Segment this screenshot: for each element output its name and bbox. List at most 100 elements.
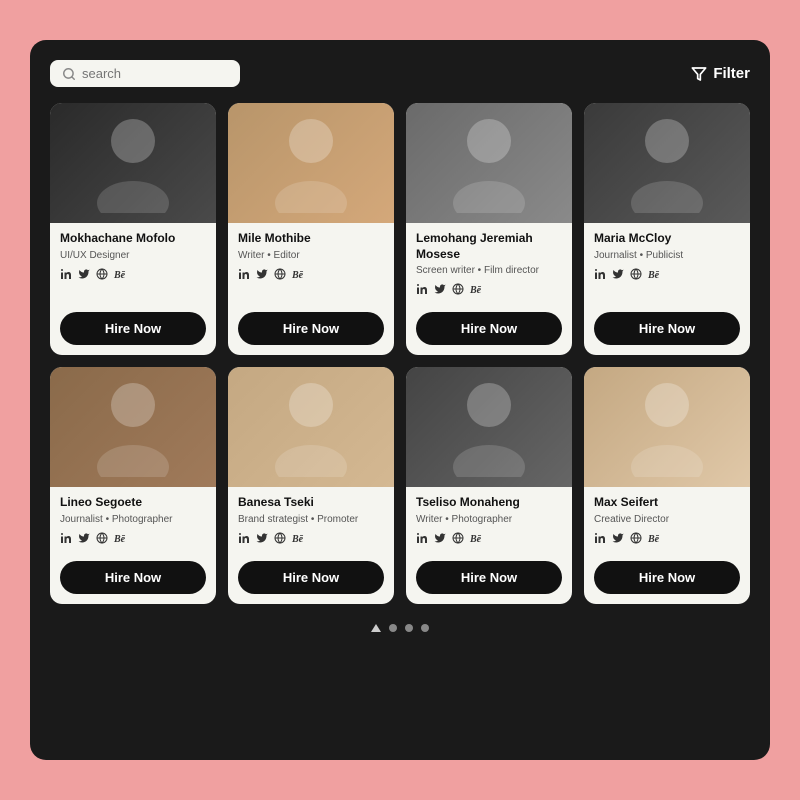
profile-photo xyxy=(406,103,572,223)
linkedin-icon[interactable] xyxy=(594,532,606,547)
behance-icon[interactable]: Bē xyxy=(114,270,125,281)
app-container: Filter Mokhachane Mofolo UI/UX Designer Bē… xyxy=(30,40,770,760)
card-body: Max Seifert Creative Director Bē xyxy=(584,487,750,555)
card-body: Lemohang Jeremiah MoseseScreen writer • … xyxy=(406,223,572,306)
person-silhouette xyxy=(627,113,707,213)
profile-name: Max Seifert xyxy=(594,495,740,511)
profile-card: Mokhachane Mofolo UI/UX Designer Bē Hire No… xyxy=(50,103,216,355)
twitter-icon[interactable] xyxy=(78,268,90,283)
twitter-icon[interactable] xyxy=(434,283,446,298)
hire-now-button[interactable]: Hire Now xyxy=(238,561,384,594)
social-icons-row: Bē xyxy=(594,532,740,547)
person-silhouette xyxy=(93,377,173,477)
linkedin-icon[interactable] xyxy=(238,532,250,547)
hire-now-button[interactable]: Hire Now xyxy=(238,312,384,345)
card-body: Maria McCloy Journalist • Publicist Bē xyxy=(584,223,750,306)
card-body: Lineo Segoete Journalist • Photographer Bē xyxy=(50,487,216,555)
behance-icon[interactable]: Bē xyxy=(292,270,303,281)
profile-role: Journalist • Photographer xyxy=(60,513,206,526)
pagination-indicator-active[interactable] xyxy=(371,624,381,632)
profile-photo xyxy=(584,103,750,223)
profile-name: Tseliso Monaheng xyxy=(416,495,562,511)
hire-now-button[interactable]: Hire Now xyxy=(60,561,206,594)
hire-now-button[interactable]: Hire Now xyxy=(60,312,206,345)
profile-role: UI/UX Designer xyxy=(60,249,206,262)
profile-role: Creative Director xyxy=(594,513,740,526)
website-icon[interactable] xyxy=(274,532,286,547)
behance-icon[interactable]: Bē xyxy=(292,534,303,545)
search-wrapper xyxy=(50,60,240,87)
profile-name: Banesa Tseki xyxy=(238,495,384,511)
linkedin-icon[interactable] xyxy=(594,268,606,283)
card-body: Banesa Tseki Brand strategist • Promoter B… xyxy=(228,487,394,555)
hire-now-button[interactable]: Hire Now xyxy=(416,312,562,345)
search-input[interactable] xyxy=(82,66,228,81)
profile-name: Maria McCloy xyxy=(594,231,740,247)
profile-name: Mile Mothibe xyxy=(238,231,384,247)
social-icons-row: Bē xyxy=(60,268,206,283)
profile-name: Lemohang Jeremiah Mosese xyxy=(416,231,562,262)
linkedin-icon[interactable] xyxy=(60,532,72,547)
profile-photo xyxy=(50,367,216,487)
profile-photo xyxy=(228,103,394,223)
filter-icon xyxy=(691,66,707,82)
pagination-indicator[interactable] xyxy=(389,624,397,632)
twitter-icon[interactable] xyxy=(612,532,624,547)
profile-role: Brand strategist • Promoter xyxy=(238,513,384,526)
social-icons-row: Bē xyxy=(238,532,384,547)
website-icon[interactable] xyxy=(630,268,642,283)
profile-card: Mile Mothibe Writer • Editor Bē Hire Now xyxy=(228,103,394,355)
behance-icon[interactable]: Bē xyxy=(114,534,125,545)
card-body: Mokhachane Mofolo UI/UX Designer Bē xyxy=(50,223,216,306)
pagination-indicator[interactable] xyxy=(421,624,429,632)
profile-photo xyxy=(406,367,572,487)
profile-role: Writer • Photographer xyxy=(416,513,562,526)
linkedin-icon[interactable] xyxy=(416,283,428,298)
filter-button[interactable]: Filter xyxy=(691,65,750,82)
linkedin-icon[interactable] xyxy=(238,268,250,283)
website-icon[interactable] xyxy=(96,532,108,547)
pagination xyxy=(50,624,750,632)
card-body: Mile Mothibe Writer • Editor Bē xyxy=(228,223,394,306)
social-icons-row: Bē xyxy=(416,532,562,547)
behance-icon[interactable]: Bē xyxy=(648,270,659,281)
hire-now-button[interactable]: Hire Now xyxy=(594,312,740,345)
behance-icon[interactable]: Bē xyxy=(470,534,481,545)
linkedin-icon[interactable] xyxy=(60,268,72,283)
profile-name: Lineo Segoete xyxy=(60,495,206,511)
hire-now-button[interactable]: Hire Now xyxy=(416,561,562,594)
top-bar: Filter xyxy=(50,60,750,87)
pagination-indicator[interactable] xyxy=(405,624,413,632)
twitter-icon[interactable] xyxy=(78,532,90,547)
website-icon[interactable] xyxy=(274,268,286,283)
twitter-icon[interactable] xyxy=(612,268,624,283)
twitter-icon[interactable] xyxy=(256,532,268,547)
profile-role: Writer • Editor xyxy=(238,249,384,262)
hire-now-button[interactable]: Hire Now xyxy=(594,561,740,594)
person-silhouette xyxy=(627,377,707,477)
behance-icon[interactable]: Bē xyxy=(648,534,659,545)
profile-card: Banesa Tseki Brand strategist • Promoter B… xyxy=(228,367,394,604)
profile-photo xyxy=(228,367,394,487)
profile-name: Mokhachane Mofolo xyxy=(60,231,206,247)
social-icons-row: Bē xyxy=(416,283,562,298)
linkedin-icon[interactable] xyxy=(416,532,428,547)
social-icons-row: Bē xyxy=(60,532,206,547)
card-body: Tseliso Monaheng Writer • Photographer Bē xyxy=(406,487,572,555)
website-icon[interactable] xyxy=(96,268,108,283)
twitter-icon[interactable] xyxy=(256,268,268,283)
search-icon xyxy=(62,67,76,81)
social-icons-row: Bē xyxy=(594,268,740,283)
website-icon[interactable] xyxy=(452,532,464,547)
profile-card: Maria McCloy Journalist • Publicist Bē Hire… xyxy=(584,103,750,355)
behance-icon[interactable]: Bē xyxy=(470,285,481,296)
website-icon[interactable] xyxy=(452,283,464,298)
twitter-icon[interactable] xyxy=(434,532,446,547)
profile-photo xyxy=(50,103,216,223)
profile-role: Journalist • Publicist xyxy=(594,249,740,262)
person-silhouette xyxy=(271,113,351,213)
person-silhouette xyxy=(449,113,529,213)
website-icon[interactable] xyxy=(630,532,642,547)
profile-card: Lemohang Jeremiah MoseseScreen writer • … xyxy=(406,103,572,355)
profile-card: Lineo Segoete Journalist • Photographer Bē… xyxy=(50,367,216,604)
